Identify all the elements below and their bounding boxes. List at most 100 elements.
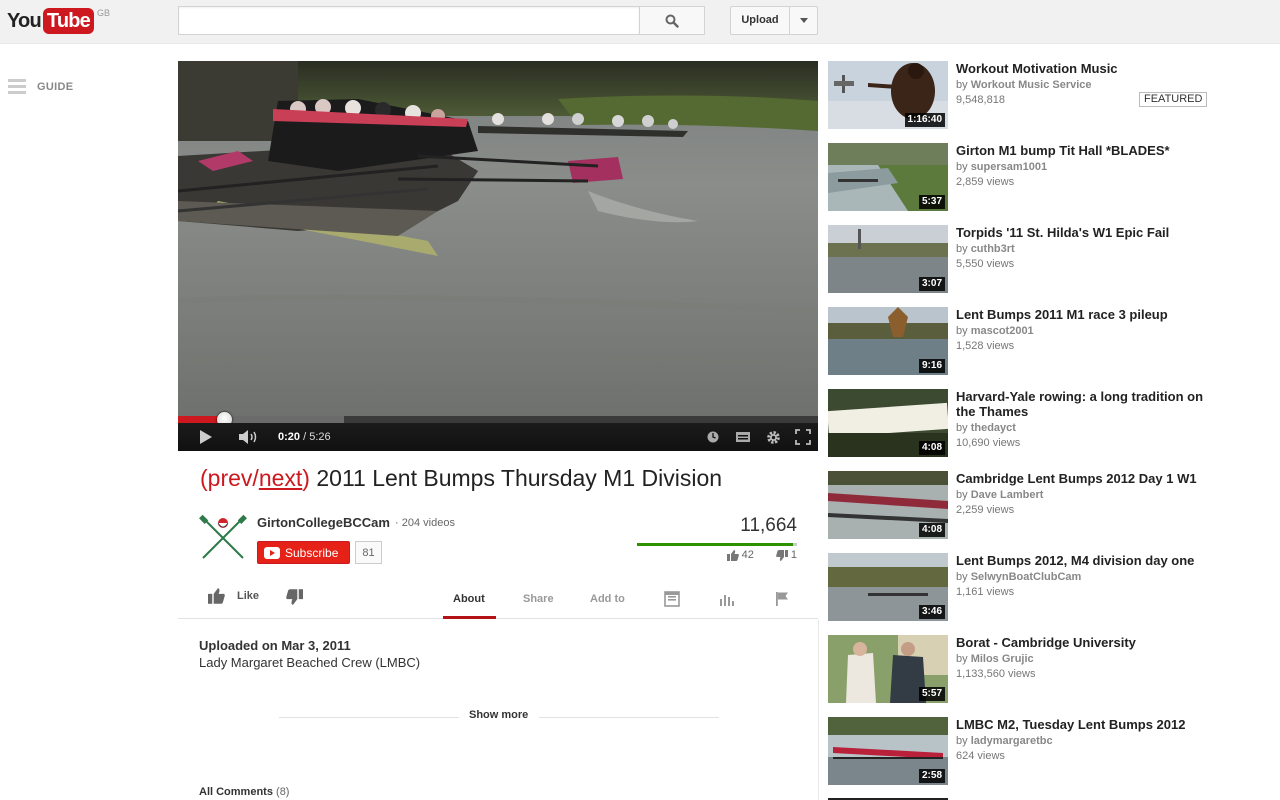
dislike-count: 1 xyxy=(790,549,797,561)
show-more-button[interactable]: Show more xyxy=(469,709,528,721)
all-comments-label[interactable]: All Comments xyxy=(199,786,273,798)
thumbs-up-icon xyxy=(208,588,225,604)
duration: 5:26 xyxy=(309,431,331,443)
progress-bar[interactable] xyxy=(178,412,818,427)
related-video-item[interactable]: 5:37 Girton M1 bump Tit Hall *BLADES* by… xyxy=(828,143,1213,211)
related-video-item[interactable]: 1:16:40 Workout Motivation Music by Work… xyxy=(828,61,1213,129)
report-button[interactable] xyxy=(774,591,790,610)
prev-link[interactable]: prev xyxy=(208,465,253,491)
video-frame[interactable] xyxy=(178,61,818,416)
menu-icon xyxy=(8,79,26,94)
divider xyxy=(539,717,719,718)
video-thumbnail[interactable]: 3:07 xyxy=(828,225,948,293)
related-video-title[interactable]: LMBC M2, Tuesday Lent Bumps 2012 xyxy=(956,717,1208,732)
video-thumbnail[interactable]: 4:08 xyxy=(828,471,948,539)
channel-avatar[interactable] xyxy=(199,514,247,562)
time-display: 0:20 / 5:26 xyxy=(278,431,331,443)
video-thumbnail[interactable]: 5:37 xyxy=(828,143,948,211)
fullscreen-button[interactable] xyxy=(788,429,818,445)
like-label: Like xyxy=(237,590,260,602)
video-duration: 5:57 xyxy=(918,687,945,701)
channel-video-count: · 204 videos xyxy=(395,517,455,529)
video-thumbnail[interactable]: 2:58 xyxy=(828,717,948,785)
dislike-button[interactable] xyxy=(286,589,303,608)
settings-button[interactable] xyxy=(758,430,788,445)
video-duration: 4:08 xyxy=(918,523,945,537)
tab-add-to[interactable]: Add to xyxy=(590,593,625,605)
related-video-item[interactable]: 9:16 Lent Bumps 2011 M1 race 3 pileup by… xyxy=(828,307,1213,375)
video-thumbnail[interactable]: 9:16 xyxy=(828,307,948,375)
thumbs-down-icon xyxy=(776,549,788,561)
related-video-views: 2,259 views xyxy=(956,504,1015,516)
search-input[interactable] xyxy=(178,6,640,35)
thumbs-up-icon xyxy=(726,549,739,561)
flag-icon xyxy=(776,592,788,606)
country-code: GB xyxy=(96,8,110,18)
guide-label: GUIDE xyxy=(37,81,74,93)
video-thumbnail[interactable]: 4:08 xyxy=(828,389,948,457)
tab-about[interactable]: About xyxy=(453,593,485,605)
tab-share[interactable]: Share xyxy=(523,593,554,605)
related-video-item[interactable]: 3:46 Lent Bumps 2012, M4 division day on… xyxy=(828,553,1213,621)
related-video-channel: by Workout Music Service xyxy=(956,79,1092,91)
volume-button[interactable] xyxy=(234,430,264,444)
play-button[interactable] xyxy=(178,430,234,444)
youtube-logo[interactable]: You Tube GB xyxy=(7,7,110,35)
gear-icon xyxy=(766,430,780,444)
related-video-views: 1,528 views xyxy=(956,340,1015,352)
thumbs-down-icon xyxy=(286,589,303,605)
video-duration: 1:16:40 xyxy=(904,113,945,127)
related-video-views: 5,550 views xyxy=(956,258,1015,270)
related-video-views: 1,133,560 views xyxy=(956,668,1036,680)
guide-button[interactable]: GUIDE xyxy=(8,78,73,96)
related-video-title[interactable]: Harvard-Yale rowing: a long tradition on… xyxy=(956,389,1208,419)
sentiment-like-fill xyxy=(637,543,794,546)
related-video-channel: by Dave Lambert xyxy=(956,489,1044,501)
watch-later-button[interactable] xyxy=(698,431,728,443)
related-video-title[interactable]: Girton M1 bump Tit Hall *BLADES* xyxy=(956,143,1208,158)
related-video-item[interactable]: 4:08 Cambridge Lent Bumps 2012 Day 1 W1 … xyxy=(828,471,1213,539)
video-thumbnail[interactable]: 5:57 xyxy=(828,635,948,703)
related-video-title[interactable]: Lent Bumps 2012, M4 division day one xyxy=(956,553,1208,568)
related-video-title[interactable]: Cambridge Lent Bumps 2012 Day 1 W1 xyxy=(956,471,1208,486)
next-link[interactable]: next xyxy=(259,465,302,491)
related-video-views: 1,161 views xyxy=(956,586,1015,598)
comments-count: (8) xyxy=(276,786,290,798)
related-video-title[interactable]: Lent Bumps 2011 M1 race 3 pileup xyxy=(956,307,1208,322)
search-button[interactable] xyxy=(639,6,705,35)
related-video-item[interactable]: 2:58 LMBC M2, Tuesday Lent Bumps 2012 by… xyxy=(828,717,1213,785)
like-count: 42 xyxy=(741,549,754,561)
related-video-title[interactable]: Borat - Cambridge University xyxy=(956,635,1208,650)
related-video-item[interactable]: 4:08 Harvard-Yale rowing: a long traditi… xyxy=(828,389,1213,457)
active-tab-indicator xyxy=(443,616,496,619)
video-player[interactable]: 0:20 / 5:26 xyxy=(178,61,818,451)
video-title: (prev/next) 2011 Lent Bumps Thursday M1 … xyxy=(200,465,723,491)
subscribe-button[interactable]: Subscribe xyxy=(257,541,350,564)
related-video-item[interactable]: 5:57 Borat - Cambridge University by Mil… xyxy=(828,635,1213,703)
divider xyxy=(818,620,819,800)
statistics-button[interactable] xyxy=(719,591,735,610)
channel-name[interactable]: GirtonCollegeBCCam xyxy=(257,515,390,530)
video-duration: 9:16 xyxy=(918,359,945,373)
upload-dropdown-arrow[interactable] xyxy=(790,7,817,34)
like-button[interactable]: Like xyxy=(208,588,259,604)
transcript-button[interactable] xyxy=(664,591,680,610)
related-video-title[interactable]: Workout Motivation Music xyxy=(956,61,1208,76)
view-count: 11,664 xyxy=(740,515,797,536)
volume-icon xyxy=(239,430,257,444)
related-video-title[interactable]: Torpids '11 St. Hilda's W1 Epic Fail xyxy=(956,225,1208,240)
video-thumbnail[interactable]: 3:46 xyxy=(828,553,948,621)
captions-button[interactable] xyxy=(728,432,758,442)
upload-label: Upload xyxy=(731,7,790,34)
masthead: You Tube GB Upload xyxy=(0,0,1280,44)
video-thumbnail[interactable]: 1:16:40 xyxy=(828,61,948,129)
featured-badge: FEATURED xyxy=(1139,92,1208,107)
subscribe-label: Subscribe xyxy=(285,545,339,560)
related-video-item[interactable]: 3:07 Torpids '11 St. Hilda's W1 Epic Fai… xyxy=(828,225,1213,293)
progress-played xyxy=(178,416,218,423)
video-title-text: 2011 Lent Bumps Thursday M1 Division xyxy=(309,465,723,491)
video-duration: 5:37 xyxy=(918,195,945,209)
upload-button[interactable]: Upload xyxy=(730,6,818,35)
related-video-channel: by supersam1001 xyxy=(956,161,1048,173)
video-description: Lady Margaret Beached Crew (LMBC) xyxy=(199,655,421,670)
